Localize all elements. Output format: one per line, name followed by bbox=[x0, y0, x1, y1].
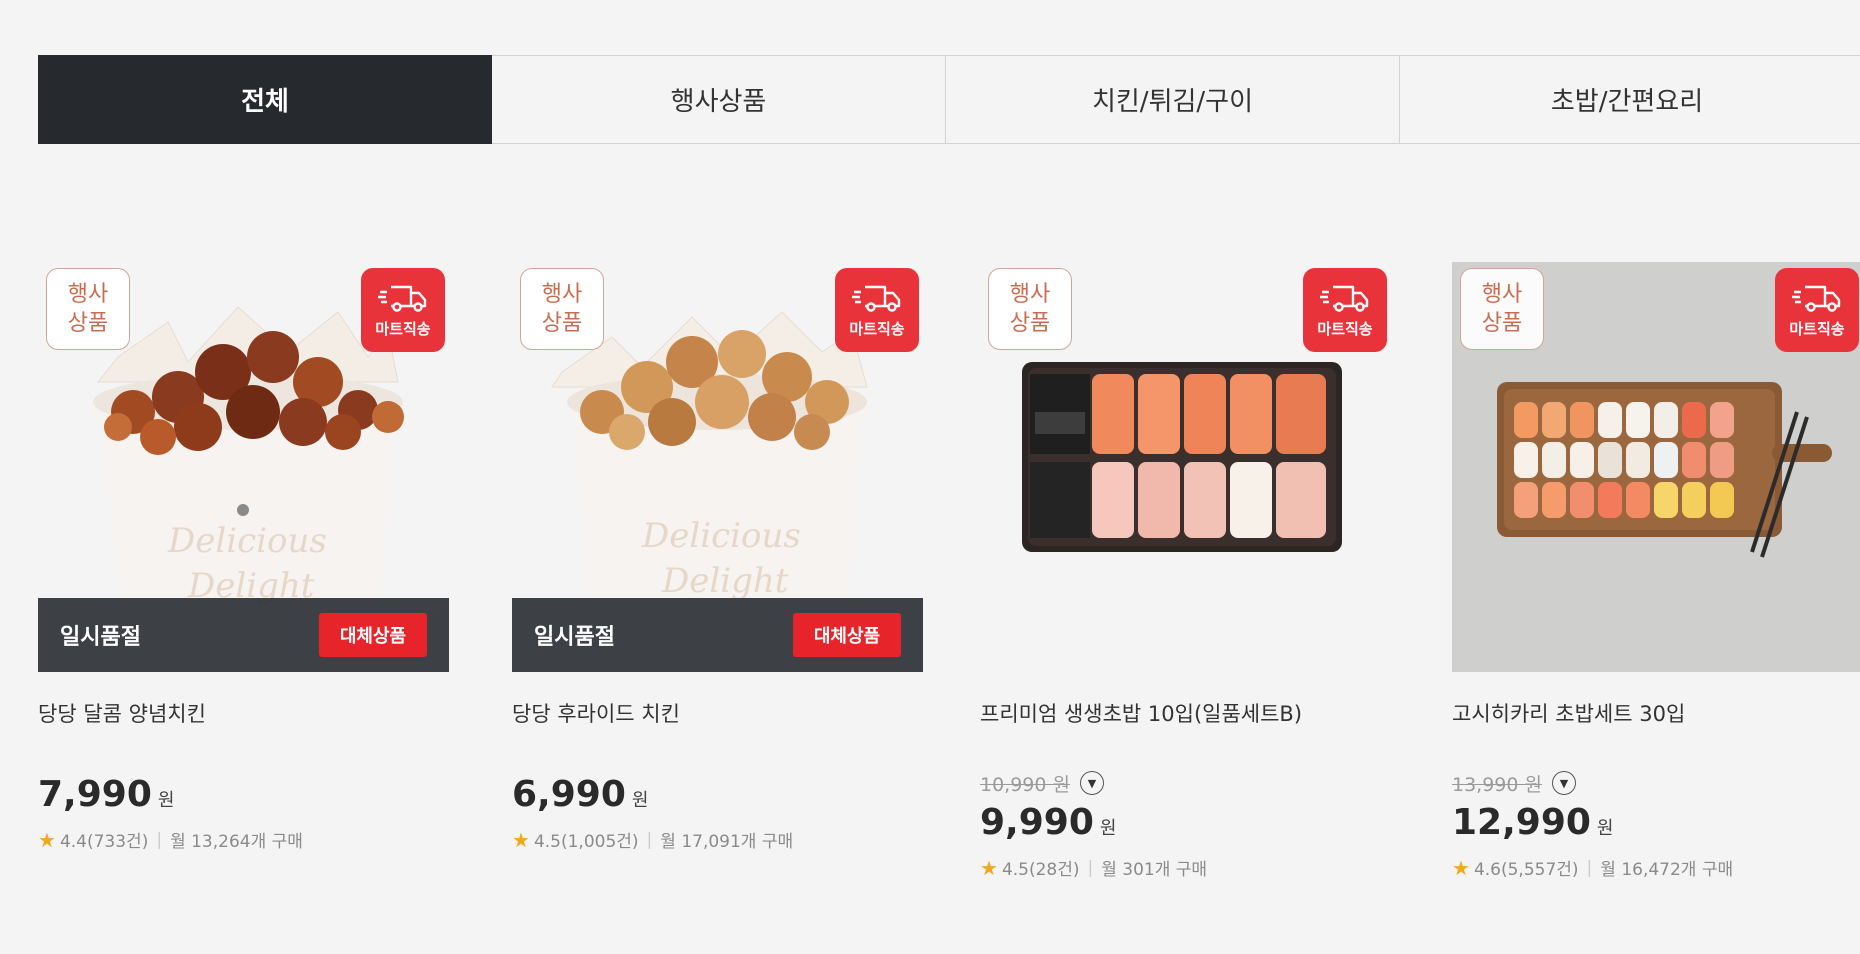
event-badge-line2: 상품 bbox=[67, 311, 109, 336]
tab-event-products[interactable]: 행사상품 bbox=[492, 56, 946, 143]
rating-text: 4.5(1,005건) bbox=[533, 832, 639, 852]
event-product-badge: 행사 상품 bbox=[46, 268, 130, 350]
rating-text: 4.6(5,557건) bbox=[1473, 860, 1579, 880]
price-value: 7,990 bbox=[38, 774, 152, 815]
price-unit: 원 bbox=[157, 790, 175, 811]
star-icon: ★ bbox=[980, 855, 998, 880]
star-icon: ★ bbox=[512, 827, 530, 852]
original-price: 13,990 원 bbox=[1452, 773, 1543, 796]
delivery-truck-icon bbox=[378, 285, 427, 312]
product-price: 6,990 원 bbox=[512, 774, 927, 815]
delivery-badge-label: 마트직송 bbox=[1789, 319, 1845, 338]
tab-all[interactable]: 전체 bbox=[38, 55, 492, 144]
product-name[interactable]: 당당 후라이드 치킨 bbox=[512, 698, 927, 728]
product-price: 9,990 원 bbox=[980, 802, 1395, 843]
price-unit: 원 bbox=[1596, 818, 1614, 839]
delivery-truck-icon bbox=[852, 285, 901, 312]
product-price: 7,990 원 bbox=[38, 774, 453, 815]
price-value: 6,990 bbox=[512, 774, 626, 815]
event-badge-line1: 행사 bbox=[1009, 282, 1051, 307]
chevron-down-icon[interactable]: ▼ bbox=[1080, 771, 1105, 795]
delivery-badge-label: 마트직송 bbox=[375, 319, 431, 338]
soldout-label: 일시품절 bbox=[60, 625, 141, 650]
mart-delivery-badge: 마트직송 bbox=[835, 268, 919, 352]
delivery-truck-icon bbox=[1320, 285, 1369, 312]
delivery-badge-label: 마트직송 bbox=[849, 319, 905, 338]
product-card[interactable]: Delicious Delight 행사 상품 마트직송 일시품절 대체상품 당… bbox=[38, 262, 453, 852]
event-badge-line1: 행사 bbox=[541, 282, 583, 307]
price-value: 9,990 bbox=[980, 802, 1094, 843]
product-card[interactable]: 행사 상품 마트직송 고시히카리 초밥세트 30입 13,990 원 ▼ 12,… bbox=[1452, 262, 1860, 880]
chevron-down-icon[interactable]: ▼ bbox=[1552, 771, 1577, 795]
product-name[interactable]: 고시히카리 초밥세트 30입 bbox=[1452, 698, 1860, 728]
soldout-overlay: 일시품절 대체상품 bbox=[512, 598, 923, 672]
star-icon: ★ bbox=[38, 827, 56, 852]
rating-text: 4.5(28건) bbox=[1001, 860, 1080, 880]
event-badge-line1: 행사 bbox=[1481, 282, 1523, 307]
product-name[interactable]: 프리미엄 생생초밥 10입(일품세트B) bbox=[980, 698, 1395, 728]
price-unit: 원 bbox=[1099, 818, 1117, 839]
mart-delivery-badge: 마트직송 bbox=[1775, 268, 1859, 352]
mart-delivery-badge: 마트직송 bbox=[361, 268, 445, 352]
event-badge-line2: 상품 bbox=[1481, 311, 1523, 336]
original-price-row: 10,990 원 ▼ bbox=[980, 768, 1395, 798]
monthly-purchases: 월 13,264개 구매 bbox=[170, 832, 303, 852]
star-icon: ★ bbox=[1452, 855, 1470, 880]
product-card[interactable]: Delicious Delight 행사 상품 마트직송 일시품절 대체상품 당… bbox=[512, 262, 927, 852]
event-badge-line2: 상품 bbox=[1009, 311, 1051, 336]
original-price: 10,990 원 bbox=[980, 773, 1071, 796]
mart-delivery-badge: 마트직송 bbox=[1303, 268, 1387, 352]
svg-text:Delicious: Delicious bbox=[167, 521, 327, 561]
product-meta: ★ 4.5(1,005건) | 월 17,091개 구매 bbox=[512, 827, 927, 853]
delivery-badge-label: 마트직송 bbox=[1317, 319, 1373, 338]
soldout-label: 일시품절 bbox=[534, 625, 615, 650]
divider: | bbox=[1087, 857, 1094, 878]
price-unit: 원 bbox=[631, 790, 649, 811]
product-name[interactable]: 당당 달콤 양념치킨 bbox=[38, 698, 453, 728]
product-price: 12,990 원 bbox=[1452, 802, 1860, 843]
rating-text: 4.4(733건) bbox=[59, 832, 149, 852]
monthly-purchases: 월 301개 구매 bbox=[1101, 860, 1208, 880]
divider: | bbox=[1586, 857, 1593, 878]
divider: | bbox=[646, 829, 653, 850]
event-product-badge: 행사 상품 bbox=[988, 268, 1072, 350]
alternative-product-button[interactable]: 대체상품 bbox=[793, 613, 901, 657]
soldout-overlay: 일시품절 대체상품 bbox=[38, 598, 449, 672]
product-thumbnail[interactable]: 행사 상품 마트직송 bbox=[1452, 262, 1860, 672]
divider: | bbox=[156, 829, 163, 850]
tab-chicken-fried-grill[interactable]: 치킨/튀김/구이 bbox=[946, 56, 1400, 143]
svg-text:Delight: Delight bbox=[661, 561, 789, 601]
original-price-row: 13,990 원 ▼ bbox=[1452, 768, 1860, 798]
event-product-badge: 행사 상품 bbox=[1460, 268, 1544, 350]
product-thumbnail[interactable]: Delicious Delight 행사 상품 마트직송 일시품절 대체상품 bbox=[512, 262, 927, 672]
tab-sushi-easy-meal[interactable]: 초밥/간편요리 bbox=[1400, 56, 1854, 143]
event-badge-line2: 상품 bbox=[541, 311, 583, 336]
event-product-badge: 행사 상품 bbox=[520, 268, 604, 350]
delivery-truck-icon bbox=[1792, 285, 1841, 312]
product-meta: ★ 4.5(28건) | 월 301개 구매 bbox=[980, 855, 1395, 881]
price-value: 12,990 bbox=[1452, 802, 1591, 843]
product-thumbnail[interactable]: 행사 상품 마트직송 bbox=[980, 262, 1395, 672]
svg-text:Delicious: Delicious bbox=[641, 516, 801, 556]
product-meta: ★ 4.4(733건) | 월 13,264개 구매 bbox=[38, 827, 453, 853]
monthly-purchases: 월 16,472개 구매 bbox=[1600, 860, 1734, 880]
category-tabs: 전체 행사상품 치킨/튀김/구이 초밥/간편요리 bbox=[38, 55, 1860, 144]
event-badge-line1: 행사 bbox=[67, 282, 109, 307]
product-meta: ★ 4.6(5,557건) | 월 16,472개 구매 bbox=[1452, 855, 1860, 881]
monthly-purchases: 월 17,091개 구매 bbox=[660, 832, 794, 852]
product-thumbnail[interactable]: Delicious Delight 행사 상품 마트직송 일시품절 대체상품 bbox=[38, 262, 453, 672]
product-card[interactable]: 행사 상품 마트직송 프리미엄 생생초밥 10입(일품세트B) 10,990 원… bbox=[980, 262, 1395, 880]
alternative-product-button[interactable]: 대체상품 bbox=[319, 613, 427, 657]
